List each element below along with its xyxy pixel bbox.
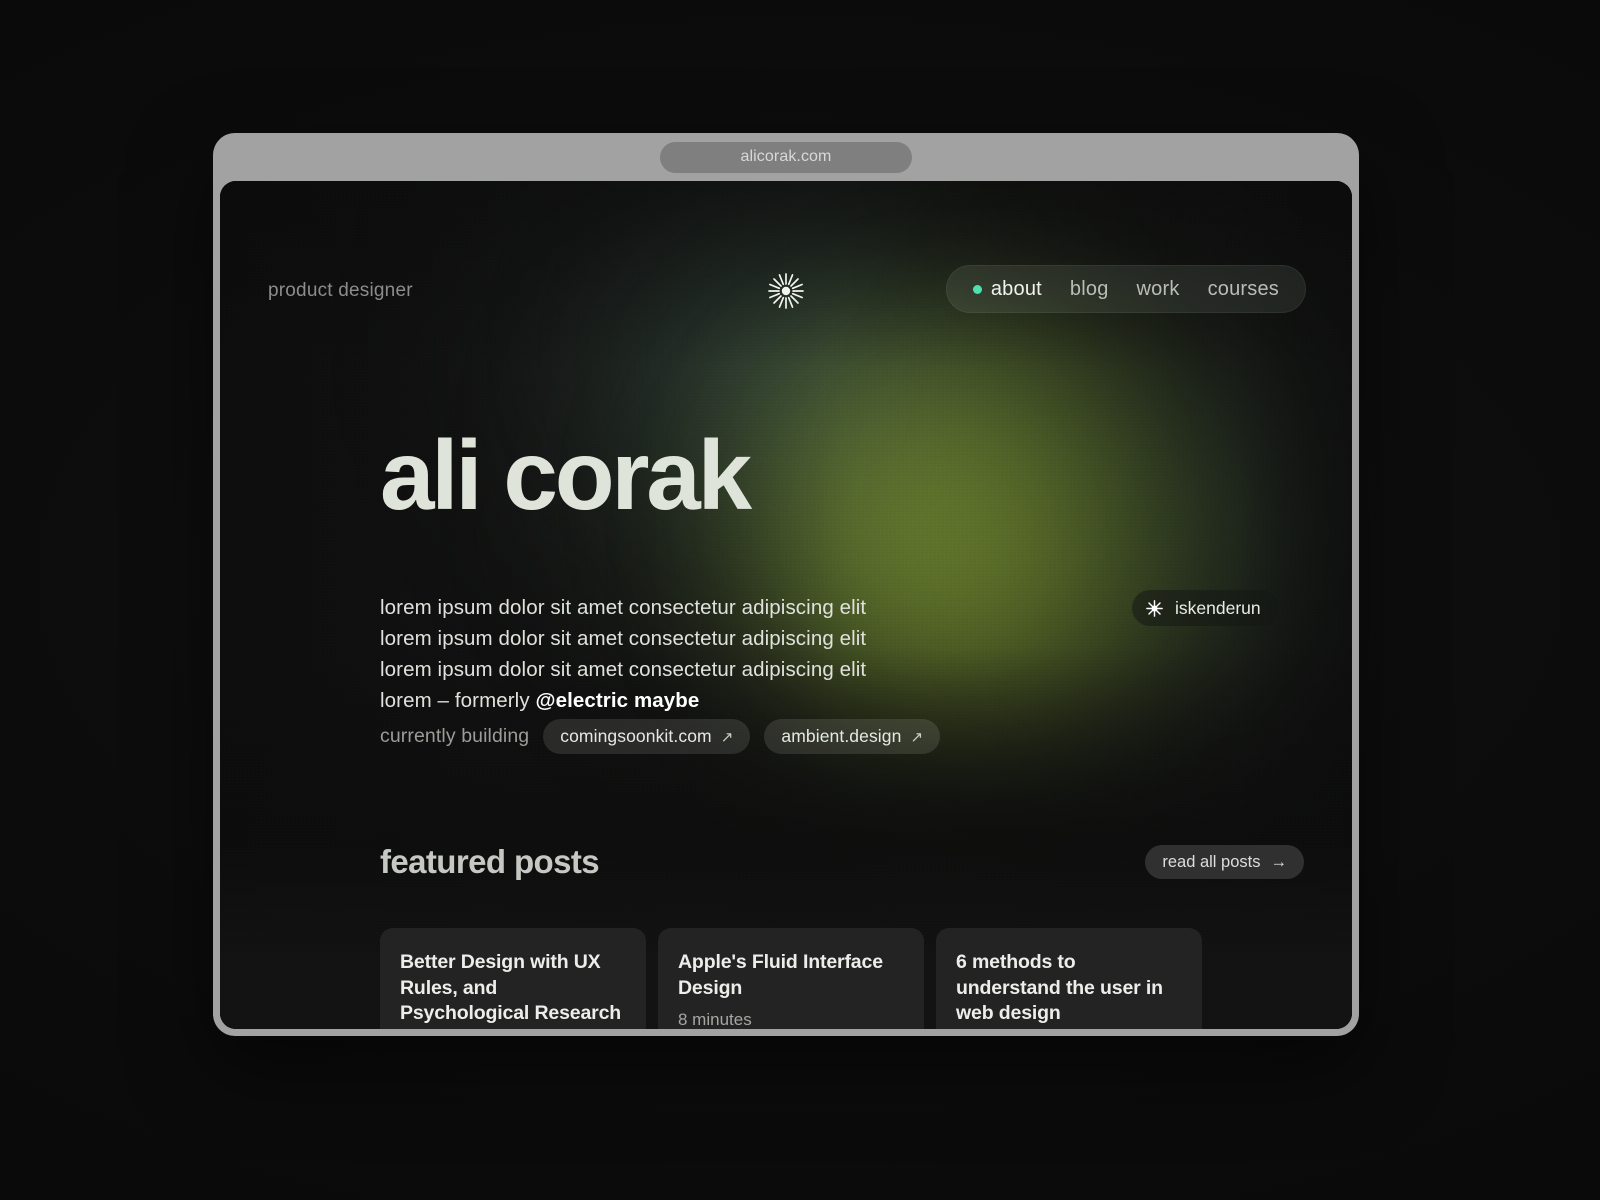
project-link-ambient-design[interactable]: ambient.design ↗ bbox=[764, 719, 941, 754]
site-content: product designer about blog work courses… bbox=[220, 181, 1352, 1029]
external-link-arrow-icon: ↗ bbox=[720, 728, 734, 746]
starburst-icon[interactable] bbox=[762, 267, 810, 315]
nav-item-blog[interactable]: blog bbox=[1070, 278, 1109, 301]
location-badge: iskenderun bbox=[1132, 590, 1279, 626]
location-label: iskenderun bbox=[1175, 597, 1261, 618]
featured-posts-list: Better Design with UX Rules, and Psychol… bbox=[380, 928, 1202, 1029]
browser-chrome: alicorak.com bbox=[213, 133, 1359, 181]
nav-label-courses: courses bbox=[1207, 277, 1279, 300]
nav-item-work[interactable]: work bbox=[1137, 278, 1180, 301]
project-label: ambient.design bbox=[781, 726, 902, 746]
page-backdrop: alicorak.com product designer about blog… bbox=[0, 0, 1600, 1200]
browser-window: alicorak.com product designer about blog… bbox=[213, 133, 1359, 1036]
post-read-time: 8 minutes bbox=[678, 1010, 752, 1029]
post-card[interactable]: Better Design with UX Rules, and Psychol… bbox=[380, 928, 646, 1029]
nav-label-about: about bbox=[990, 277, 1042, 300]
post-title: Better Design with UX Rules, and Psychol… bbox=[400, 951, 622, 1029]
active-dot-icon bbox=[972, 284, 982, 294]
nav-item-courses[interactable]: courses bbox=[1208, 278, 1279, 301]
url-text: alicorak.com bbox=[740, 148, 832, 165]
starburst-icon bbox=[1146, 599, 1163, 617]
site-tagline: product designer bbox=[268, 280, 413, 301]
featured-posts-header: featured posts read all posts → bbox=[380, 843, 1304, 881]
post-card[interactable]: 6 methods to understand the user in web … bbox=[936, 928, 1202, 1029]
page-title: ali corak bbox=[380, 420, 752, 530]
nav-label-blog: blog bbox=[1069, 277, 1109, 300]
featured-posts-heading: featured posts bbox=[380, 843, 600, 880]
nav-item-about[interactable]: about bbox=[972, 277, 1042, 301]
bio-paragraph: lorem ipsum dolor sit amet consectetur a… bbox=[380, 592, 920, 716]
project-label: comingsoonkit.com bbox=[560, 726, 712, 746]
nav-label-work: work bbox=[1136, 277, 1180, 300]
read-all-posts-button[interactable]: read all posts → bbox=[1145, 845, 1304, 879]
post-title: Apple's Fluid Interface Design bbox=[678, 951, 883, 999]
arrow-right-icon: → bbox=[1270, 852, 1288, 871]
post-title: 6 methods to understand the user in web … bbox=[956, 951, 1163, 1024]
currently-building-row: currently building comingsoonkit.com ↗ a… bbox=[380, 719, 941, 754]
site-header: product designer about blog work courses bbox=[220, 265, 1352, 315]
site-viewport: product designer about blog work courses… bbox=[220, 181, 1352, 1029]
address-bar[interactable]: alicorak.com bbox=[660, 141, 912, 173]
main-navigation: about blog work courses bbox=[945, 265, 1306, 313]
currently-building-label: currently building bbox=[380, 725, 530, 747]
read-all-label: read all posts bbox=[1162, 852, 1261, 871]
bio-handle: @electric maybe bbox=[535, 689, 700, 712]
project-link-comingsoonkit[interactable]: comingsoonkit.com ↗ bbox=[543, 719, 751, 754]
external-link-arrow-icon: ↗ bbox=[910, 728, 924, 746]
post-card[interactable]: Apple's Fluid Interface Design 8 minutes bbox=[658, 928, 924, 1029]
